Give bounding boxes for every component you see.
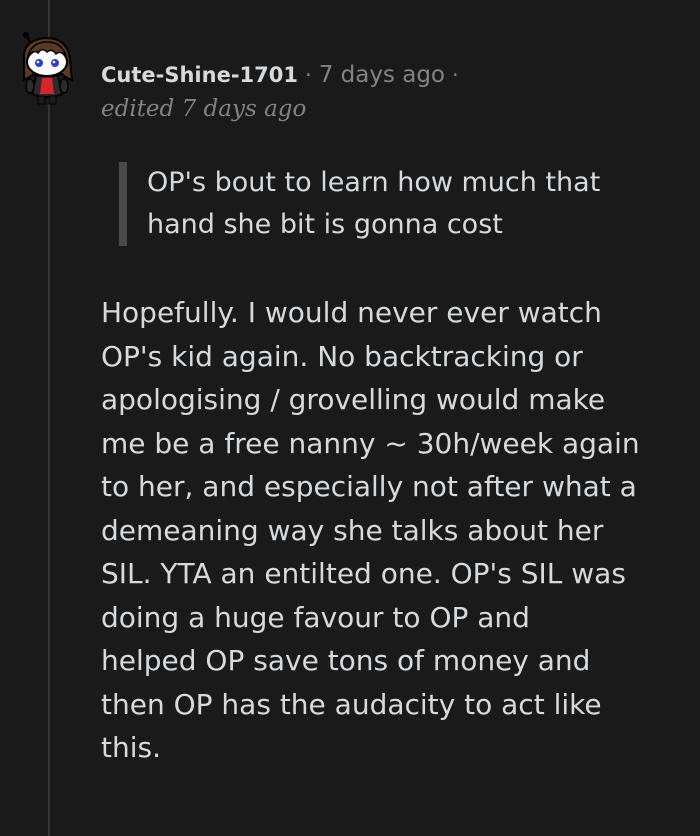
quote-line: hand she bit is gonna cost: [147, 209, 503, 240]
quoted-text: OP's bout to learn how much that hand sh…: [119, 162, 700, 246]
body-line: to her, and especially not after what a: [101, 470, 637, 503]
body-line: demeaning way she talks about her: [101, 513, 604, 547]
body-line: doing a huge favour to OP and: [101, 600, 530, 634]
body-line: OP's kid again. No backtracking or: [101, 339, 583, 373]
body-line: apologising / grovelling would make: [101, 383, 606, 416]
body-line: me be a free nanny ~ 30h/week again: [101, 426, 640, 460]
meta-separator-trailing: ·: [452, 63, 459, 87]
edited-timestamp: edited 7 days ago: [101, 96, 307, 122]
body-line: helped OP save tons of money and: [101, 644, 591, 677]
thread-line[interactable]: [48, 0, 50, 836]
comment-meta: Cute-Shine-1701 · 7 days ago ·: [101, 58, 466, 92]
avatar[interactable]: [16, 30, 80, 110]
avatar-icon: [22, 32, 74, 105]
comment-paragraph: Hopefully. I would never ever watch OP's…: [101, 291, 691, 770]
quote-line: OP's bout to learn how much that: [147, 167, 601, 198]
meta-separator: ·: [305, 63, 312, 87]
comment-body: Hopefully. I would never ever watch OP's…: [101, 291, 691, 770]
body-line: Hopefully. I would never ever watch: [101, 296, 602, 329]
author-name[interactable]: Cute-Shine-1701: [101, 63, 298, 87]
comment-timestamp[interactable]: 7 days ago: [319, 62, 445, 88]
body-line: SIL. YTA an entilted one. OP's SIL was: [101, 557, 626, 590]
body-line: this.: [101, 731, 161, 764]
body-line: then OP has the audacity to act like: [101, 687, 602, 721]
